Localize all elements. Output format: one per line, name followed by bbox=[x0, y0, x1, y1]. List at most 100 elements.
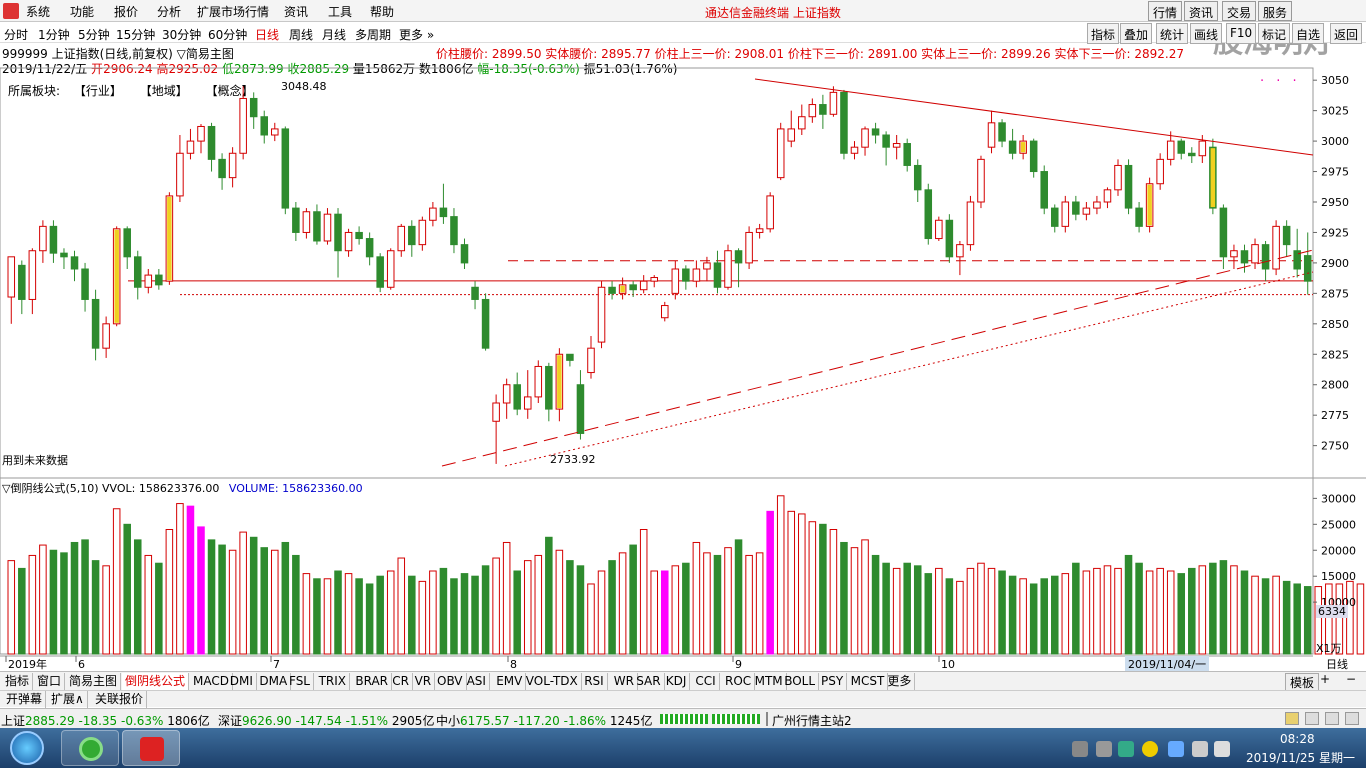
kline-chart[interactable]: 3050 3025 3000 2975 2950 2925 2900 2875 2850 2825… bbox=[0, 0, 1366, 671]
y-tick-label: 2775 bbox=[1321, 409, 1349, 422]
clock-time[interactable]: 08:28 bbox=[1280, 732, 1315, 746]
candle-body bbox=[28, 250, 37, 300]
side-tab-6[interactable]: 自选 bbox=[1292, 23, 1325, 44]
volume-current-value: 6334 bbox=[1316, 605, 1348, 618]
sh-index-status[interactable]: 上证2885.29 -18.35 -0.63% 1806亿 bbox=[1, 712, 210, 729]
side-tab-7[interactable]: 返回 bbox=[1330, 23, 1363, 44]
indicator-tab-24[interactable]: PSY bbox=[818, 673, 848, 690]
volume-bar bbox=[935, 567, 943, 655]
tray-shield-icon[interactable] bbox=[1118, 741, 1134, 757]
signal-bars-icon-2 bbox=[712, 714, 760, 724]
window-icon[interactable] bbox=[1305, 712, 1319, 725]
candle-body bbox=[176, 152, 184, 197]
side-tab-2[interactable]: 统计 bbox=[1156, 23, 1189, 44]
candle-body bbox=[1177, 140, 1186, 154]
settings-icon[interactable] bbox=[1325, 712, 1339, 725]
indicator-tab-23[interactable]: BOLL bbox=[781, 673, 820, 690]
subtab-2[interactable]: 关联报价 bbox=[92, 691, 148, 708]
indicator-tab-19[interactable]: KDJ bbox=[663, 673, 691, 690]
volume-bar bbox=[1303, 586, 1312, 655]
server-name[interactable]: 广州行情主站2 bbox=[772, 712, 852, 729]
indicator-tab-10[interactable]: CR bbox=[389, 673, 413, 690]
start-button-icon[interactable] bbox=[10, 731, 44, 765]
taskbar-tdx-button[interactable] bbox=[122, 730, 180, 766]
side-tab-3[interactable]: 画线 bbox=[1190, 23, 1223, 44]
zoom-in-icon[interactable]: + bbox=[1320, 672, 1330, 686]
volume-bar bbox=[365, 583, 374, 655]
zx-index-status[interactable]: 中小6175.57 -117.20 -1.86% 1245亿 bbox=[436, 712, 652, 729]
indicator-tab-1[interactable]: 窗口 bbox=[34, 673, 66, 690]
tray-network-icon[interactable] bbox=[1168, 741, 1184, 757]
candle-body bbox=[91, 298, 100, 349]
tray-keyboard-icon[interactable] bbox=[1096, 741, 1112, 757]
notes-icon[interactable] bbox=[1285, 712, 1299, 725]
side-tab-4[interactable]: F10 bbox=[1226, 23, 1257, 44]
indicator-tab-11[interactable]: VR bbox=[412, 673, 436, 690]
volume-bar bbox=[60, 552, 68, 655]
volume-bar bbox=[1008, 575, 1017, 655]
candle-body bbox=[871, 128, 880, 136]
candle-body bbox=[1156, 158, 1164, 185]
candle bbox=[228, 147, 237, 188]
candle-body bbox=[239, 97, 247, 154]
vol-tick-label: 25000 bbox=[1321, 518, 1356, 531]
volume-bar bbox=[555, 549, 564, 655]
candle bbox=[1124, 159, 1133, 215]
subtab-1[interactable]: 扩展∧ bbox=[48, 691, 88, 708]
tray-arrow-icon[interactable] bbox=[1072, 741, 1088, 757]
indicator-tab-8[interactable]: TRIX bbox=[316, 673, 351, 690]
volume-bar bbox=[629, 544, 637, 655]
volume-bar bbox=[1072, 562, 1080, 655]
indicator-tab-7[interactable]: FSL bbox=[286, 673, 314, 690]
volume-bar bbox=[439, 567, 448, 655]
side-tab-0[interactable]: 指标 bbox=[1087, 23, 1120, 44]
indicator-tab-13[interactable]: ASI bbox=[464, 673, 490, 690]
volume-bar bbox=[228, 549, 237, 655]
candle-body bbox=[1240, 250, 1249, 264]
volume-bar bbox=[713, 554, 722, 655]
volume-scale-unit: X1万 bbox=[1316, 642, 1342, 655]
indicator-tab-12[interactable]: OBV bbox=[434, 673, 467, 690]
candle bbox=[1061, 195, 1070, 233]
indicator-tab-14[interactable]: EMV bbox=[493, 673, 527, 690]
candle-body bbox=[186, 140, 195, 154]
volume-bar bbox=[292, 554, 300, 655]
candle-body bbox=[218, 158, 226, 179]
candle bbox=[734, 248, 743, 288]
sz-index-status[interactable]: 深证9626.90 -147.54 -1.51% 2905亿 bbox=[218, 712, 434, 729]
side-tab-5[interactable]: 标记 bbox=[1258, 23, 1291, 44]
candle-body bbox=[650, 277, 658, 282]
x-tick-label: 10 bbox=[941, 658, 955, 671]
indicator-tab-2[interactable]: 简易主图 bbox=[66, 673, 122, 690]
vol-tick-label: 15000 bbox=[1321, 570, 1356, 583]
candle-body bbox=[481, 298, 490, 349]
volume-bar bbox=[903, 562, 911, 655]
indicator-tab-20[interactable]: CCI bbox=[692, 673, 720, 690]
indicator-tab-9[interactable]: BRAR bbox=[352, 673, 393, 690]
indicator-tab-5[interactable]: DMI bbox=[227, 673, 257, 690]
help-icon[interactable] bbox=[1345, 712, 1359, 725]
tray-volume-icon[interactable] bbox=[1214, 741, 1230, 757]
candle bbox=[545, 362, 553, 422]
volume-bar bbox=[987, 567, 996, 655]
side-tab-1[interactable]: 叠加 bbox=[1120, 23, 1153, 44]
indicator-tab-0[interactable]: 指标 bbox=[2, 673, 34, 690]
subtab-0[interactable]: 开弹幕 bbox=[3, 691, 47, 708]
indicator-tab-25[interactable]: MCST bbox=[848, 673, 889, 690]
taskbar-ie-button[interactable] bbox=[61, 730, 119, 766]
candle-body bbox=[1072, 201, 1080, 215]
indicator-tab-26[interactable]: 更多 bbox=[884, 673, 916, 690]
tray-plus-icon[interactable] bbox=[1142, 741, 1158, 757]
candle bbox=[513, 372, 521, 416]
clock-date[interactable]: 2019/11/25 星期一 bbox=[1246, 749, 1355, 766]
indicator-tab-18[interactable]: SAR bbox=[633, 673, 665, 690]
candle-body bbox=[313, 211, 321, 242]
indicator-tab-15[interactable]: VOL-TDX bbox=[523, 673, 582, 690]
indicator-tab-21[interactable]: ROC bbox=[722, 673, 756, 690]
volume-bar bbox=[534, 554, 543, 655]
indicator-tab-16[interactable]: RSI bbox=[581, 673, 608, 690]
zoom-out-icon[interactable]: − bbox=[1346, 672, 1356, 686]
x-tick-label: 9 bbox=[735, 658, 742, 671]
tray-network2-icon[interactable] bbox=[1192, 741, 1208, 757]
indicator-tab-3[interactable]: 倒阴线公式 bbox=[122, 673, 190, 690]
